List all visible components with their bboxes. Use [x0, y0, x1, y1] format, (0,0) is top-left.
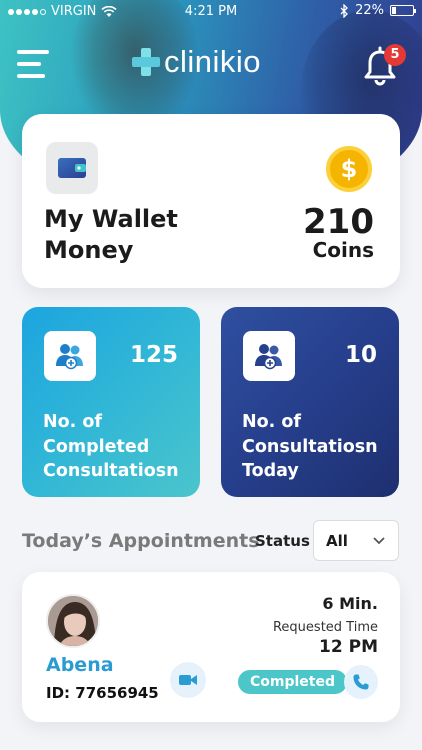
menu-button[interactable]	[17, 50, 49, 78]
wallet-title: My Wallet Money	[44, 205, 178, 264]
battery-icon	[390, 5, 416, 16]
requested-time-value: 12 PM	[319, 637, 378, 657]
appointment-card[interactable]: Abena ID: 77656945 6 Min. Requested Time…	[22, 572, 400, 722]
status-filter-label: Status	[255, 532, 310, 550]
phone-icon	[353, 674, 369, 690]
coin-amount: 210	[303, 202, 374, 242]
status-badge: Completed	[238, 670, 348, 694]
app-logo: clinikio	[132, 44, 261, 80]
today-label: No. of Consultatiosn Today	[242, 412, 378, 481]
notification-badge: 5	[384, 44, 406, 66]
today-count: 10	[344, 342, 377, 368]
video-call-button[interactable]	[170, 662, 206, 698]
users-add-icon	[243, 331, 295, 381]
notifications-button[interactable]: 5	[362, 44, 406, 88]
battery-percent: 22%	[355, 3, 384, 18]
system-indicators: 22%	[340, 3, 416, 18]
phone-call-button[interactable]	[344, 665, 378, 699]
appointments-heading: Today’s Appointments	[22, 530, 260, 552]
users-add-icon	[44, 331, 96, 381]
completed-consultations-card[interactable]: 125 No. of Completed Consultatiosn	[22, 307, 200, 497]
logo-text: clinikio	[164, 44, 262, 79]
appointment-duration: 6 Min.	[322, 594, 378, 613]
completed-count: 125	[129, 342, 178, 368]
bluetooth-icon	[340, 3, 349, 18]
wallet-card[interactable]: My Wallet Money $ 210 Coins	[22, 114, 400, 288]
avatar	[46, 594, 100, 648]
status-filter-select[interactable]: All	[313, 520, 399, 561]
status-filter-value: All	[326, 531, 348, 550]
chevron-down-icon	[373, 537, 385, 545]
coin-unit: Coins	[312, 238, 374, 262]
cross-logo-icon	[132, 48, 160, 76]
battery-level	[392, 7, 397, 14]
today-consultations-card[interactable]: 10 No. of Consultatiosn Today	[221, 307, 399, 497]
dollar-coin-icon: $	[326, 146, 372, 192]
patient-name[interactable]: Abena	[46, 654, 114, 676]
completed-label: No. of Completed Consultatiosn	[43, 412, 179, 481]
video-camera-icon	[179, 675, 197, 685]
status-bar: VIRGIN 4:21 PM 22%	[0, 0, 422, 24]
wallet-icon	[46, 142, 98, 194]
requested-time-label: Requested Time	[272, 620, 378, 635]
patient-id: ID: 77656945	[46, 684, 159, 702]
